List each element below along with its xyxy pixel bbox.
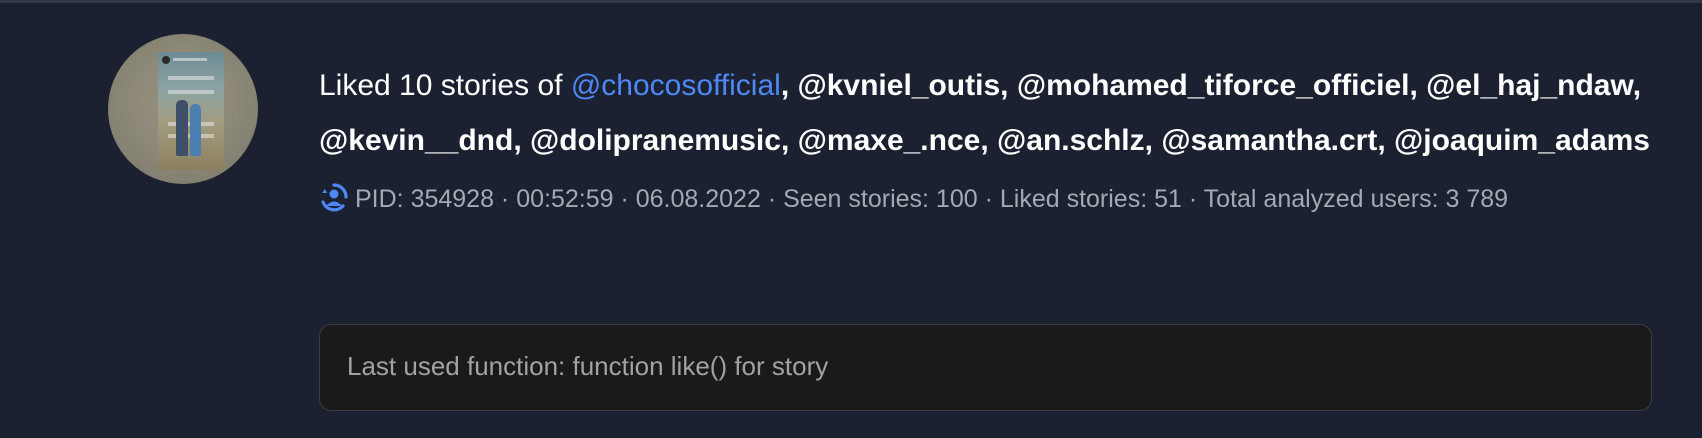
user-handle[interactable]: @an.schlz bbox=[997, 124, 1145, 157]
user-separator: , bbox=[1409, 69, 1427, 102]
last-function-text: Last used function: function like() for … bbox=[347, 351, 829, 381]
story-thumbnail-image bbox=[158, 52, 224, 170]
user-link-chocosofficial[interactable]: @chocosofficial bbox=[571, 69, 781, 102]
activity-meta: PID: 354928 · 00:52:59 · 06.08.2022 · Se… bbox=[319, 178, 1639, 220]
user-handle[interactable]: @dolipranemusic bbox=[530, 124, 781, 157]
user-handle[interactable]: @maxe_.nce bbox=[798, 124, 981, 157]
user-separator: , bbox=[1632, 69, 1642, 102]
loading-spinner-icon bbox=[321, 183, 348, 212]
user-separator: , bbox=[1000, 69, 1017, 102]
user-separator: , bbox=[980, 124, 998, 157]
user-handle[interactable]: @kvniel_outis bbox=[797, 69, 1000, 102]
user-separator: , bbox=[780, 124, 798, 157]
user-handle[interactable]: @samantha.crt bbox=[1161, 124, 1377, 157]
user-separator: , bbox=[1377, 124, 1394, 157]
headline-prefix: Liked 10 stories of bbox=[319, 69, 571, 102]
activity-headline: Liked 10 stories of @chocosofficial, @kv… bbox=[319, 58, 1659, 168]
user-handle[interactable]: @joaquim_adams bbox=[1394, 124, 1650, 157]
last-function-box: Last used function: function like() for … bbox=[319, 324, 1652, 411]
user-separator: , bbox=[513, 124, 530, 157]
user-separator: , bbox=[1144, 124, 1162, 157]
user-handle[interactable]: @el_haj_ndaw bbox=[1426, 69, 1633, 102]
meta-text: PID: 354928 · 00:52:59 · 06.08.2022 · Se… bbox=[355, 185, 1509, 213]
user-handle[interactable]: @kevin__dnd bbox=[319, 124, 513, 157]
user-handle[interactable]: @mohamed_tiforce_officiel bbox=[1017, 69, 1410, 102]
user-separator: , bbox=[780, 69, 798, 102]
activity-content: Liked 10 stories of @chocosofficial, @kv… bbox=[319, 58, 1659, 220]
avatar[interactable] bbox=[108, 34, 258, 184]
